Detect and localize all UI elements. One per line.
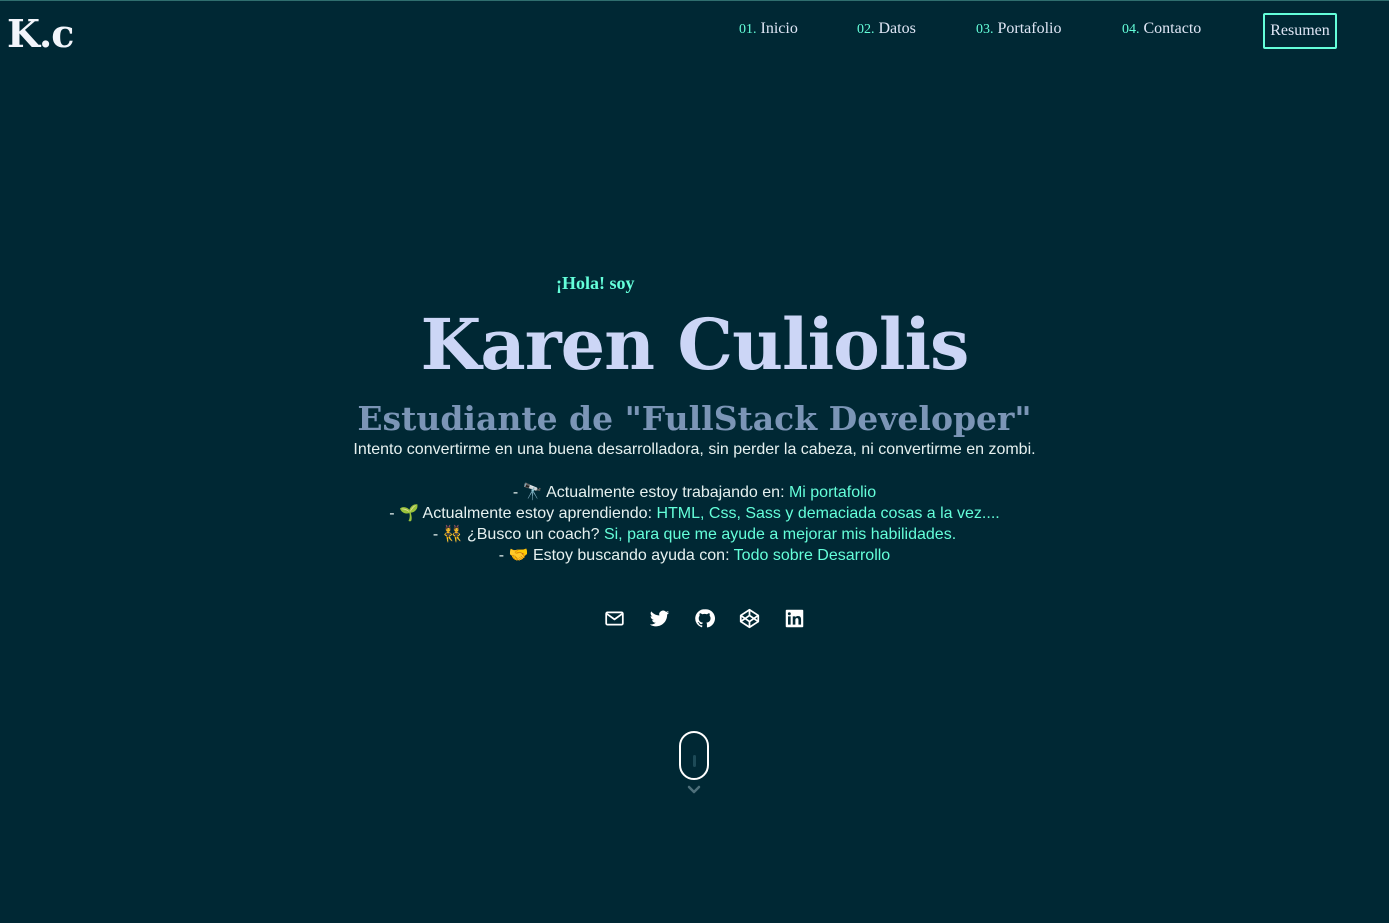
fact-prefix: - 🤝 Estoy buscando ayuda con: [498,547,734,564]
nav-item-inicio[interactable]: 01. Inicio [739,20,798,38]
mail-icon[interactable] [603,607,625,629]
hero-facts: - 🔭 Actualmente estoy trabajando en: Mi … [0,482,1389,566]
fact-prefix: - 👯 ¿Busco un coach? [432,526,604,543]
mouse-wheel [693,755,696,767]
fact-coach: - 👯 ¿Busco un coach? Si, para que me ayu… [0,524,1389,545]
nav-item-datos[interactable]: 02. Datos [857,20,916,38]
fact-help: - 🤝 Estoy buscando ayuda con: Todo sobre… [0,545,1389,566]
nav-item-number: 03. [976,22,994,37]
social-links [603,607,805,629]
hero-subtitle: Estudiante de "FullStack Developer" [357,399,1032,438]
fact-highlight: Mi portafolio [788,484,877,501]
fact-learning: - 🌱 Actualmente estoy aprendiendo: HTML,… [0,503,1389,524]
linkedin-icon[interactable] [783,607,805,629]
nav-item-label: Portafolio [997,20,1062,37]
resume-button[interactable]: Resumen [1263,13,1337,49]
nav-item-label: Datos [878,20,916,37]
fact-highlight: HTML, Css, Sass y demaciada cosas a la v… [656,505,1000,522]
nav-item-label: Inicio [760,20,798,37]
nav-item-label: Contacto [1143,20,1202,37]
main-nav: 01. Inicio 02. Datos 03. Portafolio 04. Cont… [0,1,1389,61]
nav-item-portafolio[interactable]: 03. Portafolio [976,20,1062,38]
scroll-down-mouse-icon[interactable] [679,731,709,780]
twitter-icon[interactable] [648,607,670,629]
github-icon[interactable] [693,607,715,629]
fact-highlight: Si, para que me ayude a mejorar mis habi… [603,526,957,543]
fact-highlight: Todo sobre Desarrollo [733,547,891,564]
chevron-down-icon [687,785,701,794]
fact-working-on: - 🔭 Actualmente estoy trabajando en: Mi … [0,482,1389,503]
fact-prefix: - 🔭 Actualmente estoy trabajando en: [512,484,789,501]
hero-name: Karen Culiolis [420,303,970,386]
codepen-icon[interactable] [738,607,760,629]
hero-greeting: ¡Hola! soy [556,273,635,293]
nav-item-number: 01. [739,22,757,37]
nav-item-number: 04. [1122,22,1140,37]
nav-item-number: 02. [857,22,875,37]
nav-item-contacto[interactable]: 04. Contacto [1122,20,1201,38]
fact-prefix: - 🌱 Actualmente estoy aprendiendo: [389,505,657,522]
hero-intro: Intento convertirme en una buena desarro… [353,441,1036,458]
